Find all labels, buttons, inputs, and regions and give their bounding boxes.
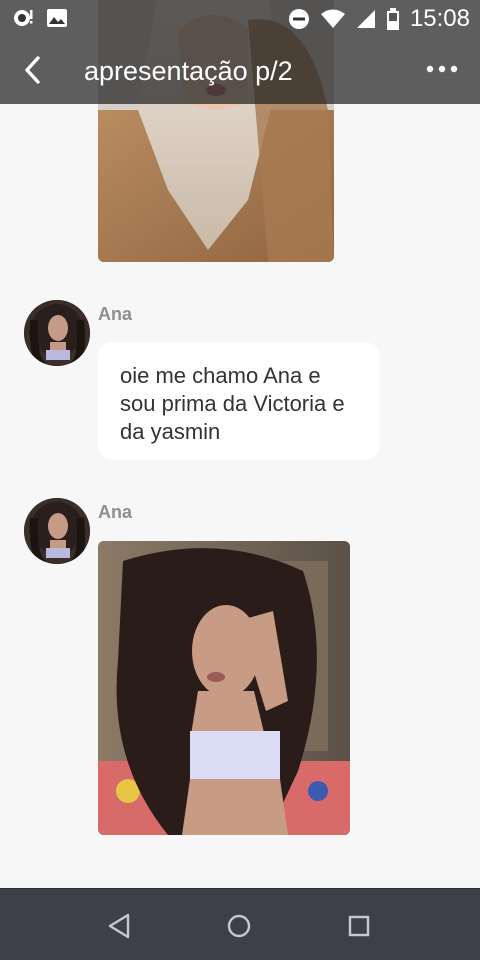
more-dots-icon <box>426 65 458 73</box>
status-time: 15:08 <box>409 5 470 32</box>
message-image-2[interactable] <box>98 541 350 835</box>
avatar[interactable] <box>24 300 90 366</box>
image-icon <box>47 9 67 27</box>
do-not-disturb-icon <box>288 9 309 29</box>
sender-name: Ana <box>98 502 133 522</box>
avatar[interactable] <box>24 498 90 564</box>
avatar-image <box>24 300 90 366</box>
system-nav-bar <box>0 888 480 960</box>
nav-home-button[interactable] <box>224 911 254 941</box>
avatar-image <box>24 498 90 564</box>
more-options-button[interactable] <box>424 54 460 84</box>
nav-recents-button[interactable] <box>344 911 374 941</box>
nav-back-button[interactable] <box>104 911 134 941</box>
photo-curly-hair <box>98 541 350 835</box>
message-bubble[interactable]: oie me chamo Ana e sou prima da Victoria… <box>98 342 379 460</box>
chat-area[interactable]: Ana oie me chamo Ana e sou prima da Vict… <box>0 0 480 888</box>
square-recents-icon <box>348 915 370 937</box>
sender-name: Ana <box>98 304 133 324</box>
cell-signal-icon <box>356 10 375 28</box>
circle-home-icon <box>227 914 251 938</box>
wifi-icon <box>320 9 345 28</box>
notification-icon <box>14 10 33 26</box>
page-title: apresentação p/2 <box>84 56 293 86</box>
top-app-bar: 15:08 apresentação p/2 <box>0 0 480 104</box>
chevron-left-icon <box>25 56 40 84</box>
battery-icon <box>386 8 399 30</box>
message-text: oie me chamo Ana e sou prima da Victoria… <box>120 363 345 444</box>
title-row: apresentação p/2 <box>0 40 480 104</box>
triangle-back-icon <box>108 913 130 939</box>
status-bar: 15:08 <box>0 0 480 38</box>
back-button[interactable] <box>20 54 48 86</box>
